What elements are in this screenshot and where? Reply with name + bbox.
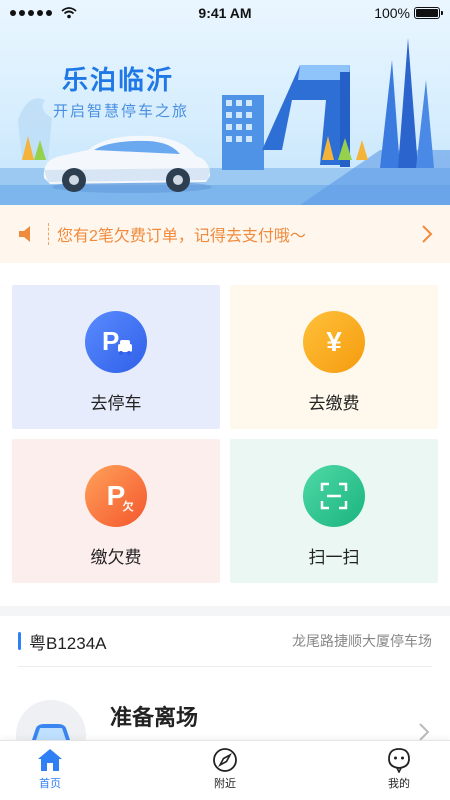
go-pay-label: 去缴费 (308, 394, 360, 413)
plate-number: 粤B1234A (29, 633, 107, 653)
wifi-icon (61, 7, 77, 19)
banner-subtitle: 开启智慧停车之旅 (53, 103, 190, 120)
hero-banner[interactable]: 乐泊临沂 开启智慧停车之旅 (0, 0, 450, 205)
notice-text: 您有2笔欠费订单，记得去支付哦～ (57, 228, 306, 245)
accent-bar (18, 632, 21, 650)
tab-home-label: 首页 (39, 778, 61, 790)
home-icon (38, 749, 62, 771)
battery-percent: 100% (374, 5, 410, 21)
chevron-right-icon[interactable] (418, 722, 430, 742)
pay-arrears-button[interactable]: P欠 缴欠费 (12, 439, 220, 583)
tab-nearby[interactable]: 附近 (195, 747, 255, 791)
tab-mine-label: 我的 (388, 778, 410, 790)
parking-status: 准备离场 (110, 705, 199, 730)
signal-icon (10, 7, 77, 19)
scan-button[interactable]: 扫一扫 (230, 439, 438, 583)
tab-nearby-label: 附近 (214, 778, 236, 790)
go-park-label: 去停车 (90, 394, 142, 413)
status-bar: 9:41 AM 100% (0, 0, 450, 26)
tab-bar: 首页 附近 我的 (0, 740, 450, 800)
tab-home[interactable]: 首页 (20, 747, 80, 791)
scan-label: 扫一扫 (308, 548, 360, 567)
banner-title: 乐泊临沂 (62, 65, 175, 95)
speaker-icon (19, 226, 30, 242)
scan-icon (303, 465, 365, 527)
chevron-right-icon (422, 225, 433, 243)
function-grid: P 去停车 ¥ 去缴费 P欠 缴欠费 扫一扫 (0, 263, 450, 606)
divider (18, 666, 432, 667)
tab-mine[interactable]: 我的 (369, 747, 429, 791)
battery-icon (414, 7, 443, 19)
compass-icon (213, 748, 237, 772)
go-pay-button[interactable]: ¥ 去缴费 (230, 285, 438, 429)
yuan-icon: ¥ (303, 311, 365, 373)
svg-text:P: P (102, 326, 119, 356)
arrears-icon: P欠 (85, 465, 147, 527)
arrears-notice[interactable]: 您有2笔欠费订单，记得去支付哦～ (0, 205, 450, 263)
parking-lot-name: 龙尾路捷顺大厦停车场 (292, 633, 432, 649)
pay-arrears-label: 缴欠费 (90, 548, 142, 567)
parking-icon: P (85, 311, 147, 373)
profile-icon (388, 748, 410, 773)
notice-divider (48, 223, 49, 245)
go-park-button[interactable]: P 去停车 (12, 285, 220, 429)
plate-row: 粤B1234A 龙尾路捷顺大厦停车场 (0, 616, 450, 666)
